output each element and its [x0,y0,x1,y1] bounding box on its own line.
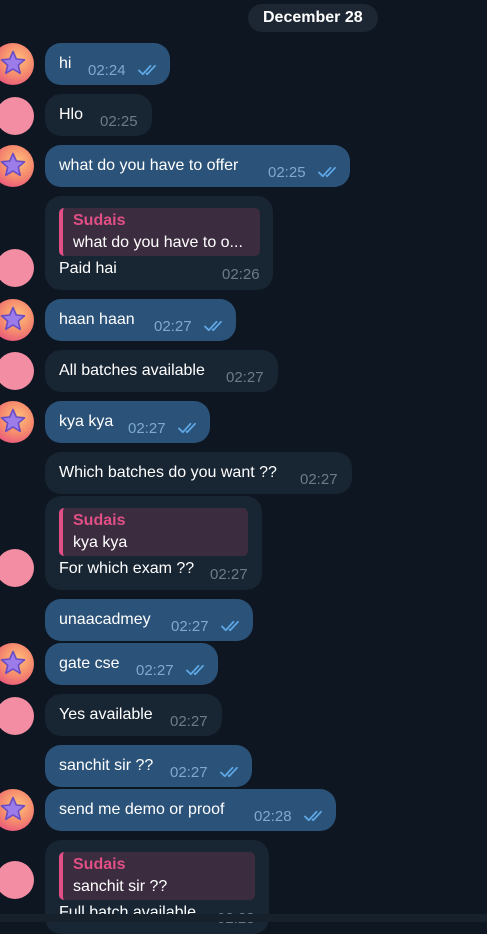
sender-avatar[interactable] [0,299,34,341]
double-check-icon [318,166,340,178]
reply-text: what do you have to o... [73,234,243,251]
date-separator: December 28 [248,4,378,32]
message-time: 02:27 [154,318,192,335]
chat-screen: { "date_separator": "December 28", "colo… [0,0,487,934]
message-text: Which batches do you want ?? [59,464,277,481]
message-bubble-outgoing[interactable]: gate cse 02:27 [45,643,218,685]
composer-bar-edge [0,914,487,922]
message-bubble-outgoing[interactable]: sanchit sir ?? 02:27 [45,745,252,787]
message-time: 02:27 [136,662,174,679]
contact-avatar[interactable] [0,249,34,287]
message-text: hi [59,55,72,72]
contact-avatar[interactable] [0,97,34,135]
star-icon [0,151,27,179]
message-text: Yes available [59,706,153,723]
message-text: gate cse [59,655,120,672]
message-time: 02:26 [222,266,260,283]
sender-avatar[interactable] [0,145,34,187]
double-check-icon [220,766,242,778]
star-icon [0,795,27,823]
reply-quote[interactable]: Sudais sanchit sir ?? [59,852,255,900]
star-icon [0,305,27,333]
message-bubble-outgoing[interactable]: send me demo or proof 02:28 [45,789,336,831]
contact-avatar[interactable] [0,861,34,899]
message-text: send me demo or proof [59,801,225,818]
reply-author: Sudais [73,212,126,229]
message-bubble-outgoing[interactable]: kya kya 02:27 [45,401,210,443]
star-icon [0,649,27,677]
message-bubble-outgoing[interactable]: haan haan 02:27 [45,299,236,341]
message-text: unaacadmey [59,611,151,628]
sender-avatar[interactable] [0,43,34,85]
double-check-icon [178,422,200,434]
message-time: 02:27 [171,618,209,635]
message-bubble-outgoing[interactable]: what do you have to offer 02:25 [45,145,350,187]
message-bubble-incoming[interactable]: Sudais what do you have to o... Paid hai… [45,196,273,290]
reply-text: kya kya [73,534,128,551]
sender-avatar[interactable] [0,643,34,685]
message-text: Hlo [59,106,84,123]
message-time: 02:27 [170,713,208,730]
message-time: 02:27 [170,764,208,781]
message-time: 02:24 [88,62,126,79]
message-text: Paid hai [59,260,117,277]
contact-avatar[interactable] [0,352,34,390]
sender-avatar[interactable] [0,789,34,831]
reply-author: Sudais [73,512,126,529]
message-text: sanchit sir ?? [59,757,154,774]
message-text: haan haan [59,311,135,328]
message-text: what do you have to offer [59,157,239,174]
sender-avatar[interactable] [0,401,34,443]
message-time: 02:25 [268,164,306,181]
message-bubble-incoming[interactable]: Yes available 02:27 [45,694,222,736]
message-text: All batches available [59,362,205,379]
double-check-icon [304,810,326,822]
star-icon [0,49,27,77]
message-bubble-outgoing[interactable]: unaacadmey 02:27 [45,599,253,641]
message-time: 02:28 [254,808,292,825]
message-text: kya kya [59,413,114,430]
message-time: 02:27 [210,566,248,583]
reply-text: sanchit sir ?? [73,878,168,895]
reply-author: Sudais [73,856,126,873]
message-bubble-incoming[interactable]: Hlo 02:25 [45,94,152,136]
message-time: 02:27 [226,369,264,386]
message-bubble-incoming[interactable]: Sudais kya kya For which exam ?? 02:27 [45,496,262,590]
message-time: 02:25 [100,113,138,130]
message-time: 02:27 [128,420,166,437]
double-check-icon [204,320,226,332]
star-icon [0,407,27,435]
message-bubble-incoming[interactable]: All batches available 02:27 [45,350,278,392]
message-bubble-incoming[interactable]: Which batches do you want ?? 02:27 [45,452,352,494]
contact-avatar[interactable] [0,697,34,735]
reply-quote[interactable]: Sudais what do you have to o... [59,208,260,256]
message-bubble-outgoing[interactable]: hi 02:24 [45,43,170,85]
double-check-icon [138,64,160,76]
double-check-icon [186,664,208,676]
double-check-icon [221,620,243,632]
contact-avatar[interactable] [0,549,34,587]
message-text: For which exam ?? [59,560,195,577]
reply-quote[interactable]: Sudais kya kya [59,508,248,556]
message-time: 02:27 [300,471,338,488]
